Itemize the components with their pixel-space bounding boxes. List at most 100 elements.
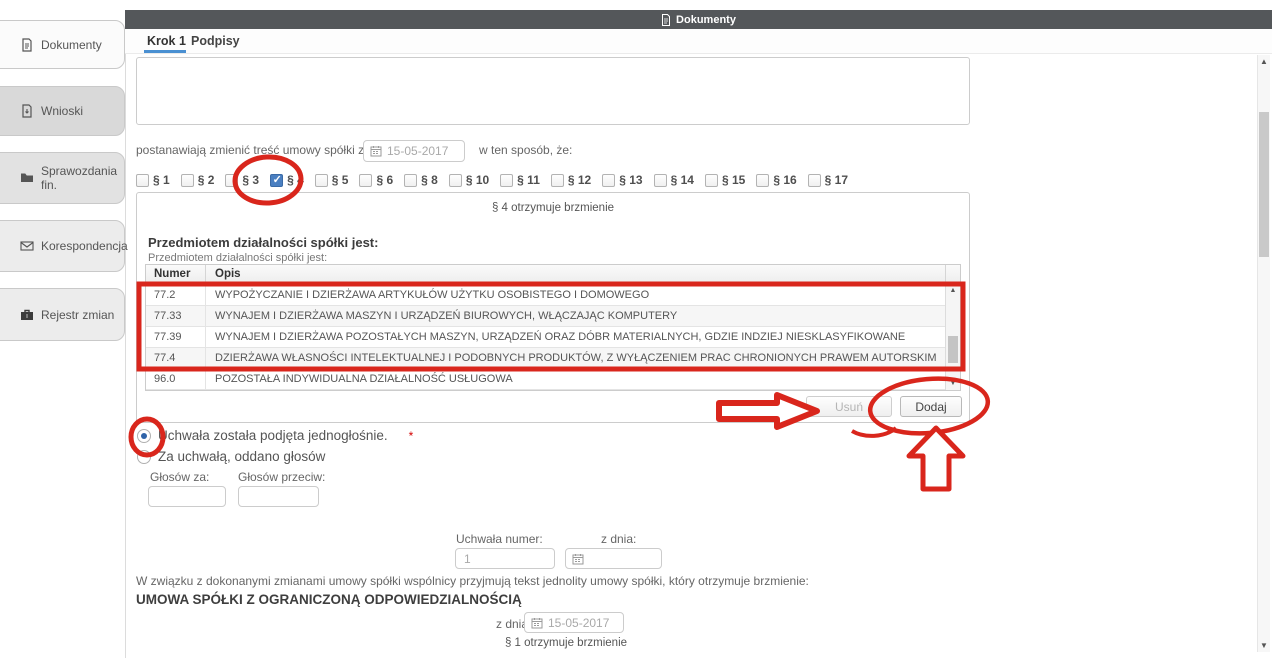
table-row[interactable]: 77.4 DZIERŻAWA WŁASNOŚCI INTELEKTUALNEJ …	[146, 348, 945, 369]
paragraph-checkbox-item[interactable]: § 5	[315, 173, 349, 187]
paragraph-checkbox-item[interactable]: § 3	[225, 173, 259, 187]
sidebar-item-label: Wnioski	[41, 104, 83, 118]
checkbox-icon[interactable]	[705, 174, 718, 187]
paragraph-checkbox-item[interactable]: § 14	[654, 173, 694, 187]
sidebar-item-rejestr-zmian[interactable]: Rejestr zmian	[0, 288, 125, 341]
checkbox-icon[interactable]	[551, 174, 564, 187]
checkbox-label: § 14	[671, 173, 694, 187]
cell-numer: 77.33	[146, 306, 206, 326]
paragraph-checkbox-item[interactable]: § 1	[136, 173, 170, 187]
tab-podpisy[interactable]: Podpisy	[191, 34, 240, 48]
activity-subheading: Przedmiotem działalności spółki jest:	[148, 252, 327, 264]
radio-selected-icon[interactable]	[137, 429, 151, 443]
table-scrollbar-thumb[interactable]	[948, 336, 958, 363]
table-scrollbar[interactable]: ▲ ▼	[945, 285, 960, 390]
sidebar-item-wnioski[interactable]: Wnioski	[0, 86, 125, 136]
envelope-icon	[20, 239, 34, 253]
window-title: Dokumenty	[676, 14, 736, 26]
table-scroll-up-icon[interactable]: ▲	[946, 286, 960, 296]
agreement-date-input[interactable]: 15-05-2017	[524, 612, 624, 633]
sidebar-item-label: Sprawozdania fin.	[41, 164, 124, 192]
checkbox-label: § 1	[153, 173, 170, 187]
table-row[interactable]: 77.2 WYPOŻYCZANIE I DZIERŻAWA ARTYKUŁÓW …	[146, 285, 945, 306]
delete-button[interactable]: Usuń	[806, 396, 892, 417]
checkbox-icon[interactable]	[449, 174, 462, 187]
resolution-date-input[interactable]	[565, 548, 662, 569]
paragraph-checkbox-item[interactable]: § 11	[500, 173, 540, 187]
sidebar-item-label: Rejestr zmian	[41, 308, 114, 322]
paragraph-checkbox-item[interactable]: § 13	[602, 173, 642, 187]
votes-against-label: Głosów przeciw:	[238, 470, 325, 484]
table-row[interactable]: 96.0 POZOSTAŁA INDYWIDUALNA DZIAŁALNOŚĆ …	[146, 369, 945, 390]
active-tab-underline	[144, 50, 186, 53]
checkbox-checked-icon[interactable]	[270, 174, 283, 187]
main-scrollbar[interactable]: ▲ ▼	[1257, 55, 1270, 652]
cell-numer: 96.0	[146, 369, 206, 389]
checkbox-icon[interactable]	[181, 174, 194, 187]
paragraph-checkbox-item[interactable]: § 12	[551, 173, 591, 187]
table-row[interactable]: 77.33 WYNAJEM I DZIERŻAWA MASZYN I URZĄD…	[146, 306, 945, 327]
checkbox-icon[interactable]	[404, 174, 417, 187]
activity-heading: Przedmiotem działalności spółki jest:	[148, 235, 378, 250]
votes-against-input[interactable]	[238, 486, 319, 507]
paragraph-checkbox-item-checked[interactable]: § 4	[270, 173, 304, 187]
tab-krok-1[interactable]: Krok 1	[147, 34, 186, 48]
checkbox-label: § 11	[517, 173, 540, 187]
paragraph-checkbox-item[interactable]: § 6	[359, 173, 393, 187]
cell-opis: DZIERŻAWA WŁASNOŚCI INTELEKTUALNEJ I POD…	[206, 348, 945, 368]
checkbox-icon[interactable]	[808, 174, 821, 187]
sidebar-item-korespondencja[interactable]: Korespondencja	[0, 220, 125, 272]
unanimous-radio-row[interactable]: Uchwała została podjęta jednogłośnie. *	[137, 428, 413, 443]
paragraph-checkbox-item[interactable]: § 15	[705, 173, 745, 187]
checkbox-icon[interactable]	[756, 174, 769, 187]
document-title-icon	[661, 14, 671, 26]
document-arrow-icon	[20, 104, 34, 118]
sidebar-item-sprawozdania[interactable]: Sprawozdania fin.	[0, 152, 125, 204]
table-scroll-down-icon[interactable]: ▼	[946, 379, 960, 389]
change-date-input[interactable]: 15-05-2017	[363, 140, 465, 162]
scroll-up-icon[interactable]: ▲	[1258, 57, 1270, 66]
change-clause-text: postanawiają zmienić treść umowy spółki …	[136, 143, 390, 157]
folder-icon	[20, 171, 34, 185]
checkbox-icon[interactable]	[654, 174, 667, 187]
checkbox-icon[interactable]	[500, 174, 513, 187]
change-date-value: 15-05-2017	[387, 144, 448, 158]
consolidated-text: W związku z dokonanymi zmianami umowy sp…	[136, 574, 809, 588]
table-body: 77.2 WYPOŻYCZANIE I DZIERŻAWA ARTYKUŁÓW …	[146, 285, 945, 390]
main-scrollbar-thumb[interactable]	[1259, 112, 1269, 257]
checkbox-label: § 6	[376, 173, 393, 187]
add-button[interactable]: Dodaj	[900, 396, 962, 417]
column-header-numer: Numer	[146, 265, 206, 284]
votes-for-label: Głosów za:	[150, 470, 209, 484]
agreement-date-value: 15-05-2017	[548, 616, 609, 630]
table-header: Numer Opis	[146, 265, 960, 285]
content-textarea[interactable]	[136, 57, 970, 125]
activity-table: Numer Opis 77.2 WYPOŻYCZANIE I DZIERŻAWA…	[145, 264, 961, 391]
sidebar-item-dokumenty[interactable]: Dokumenty	[0, 20, 125, 69]
checkbox-icon[interactable]	[359, 174, 372, 187]
briefcase-icon	[20, 308, 34, 322]
paragraph-checkbox-item[interactable]: § 2	[181, 173, 215, 187]
cell-opis: WYPOŻYCZANIE I DZIERŻAWA ARTYKUŁÓW UŻYTK…	[206, 285, 945, 305]
checkbox-icon[interactable]	[136, 174, 149, 187]
paragraph-checkbox-item[interactable]: § 16	[756, 173, 796, 187]
checkbox-label: § 17	[825, 173, 848, 187]
table-row[interactable]: 77.39 WYNAJEM I DZIERŻAWA POZOSTAŁYCH MA…	[146, 327, 945, 348]
resolution-number-label: Uchwała numer:	[456, 532, 543, 546]
resolution-number-input[interactable]: 1	[455, 548, 555, 569]
scroll-down-icon[interactable]: ▼	[1258, 641, 1270, 650]
votes-radio-row[interactable]: Za uchwałą, oddano głosów	[137, 449, 325, 464]
checkbox-icon[interactable]	[225, 174, 238, 187]
calendar-icon	[531, 617, 543, 629]
votes-for-input[interactable]	[148, 486, 226, 507]
checkbox-icon[interactable]	[602, 174, 615, 187]
paragraph-checkbox-item[interactable]: § 10	[449, 173, 489, 187]
paragraph-checkbox-item[interactable]: § 17	[808, 173, 848, 187]
checkbox-label: § 2	[198, 173, 215, 187]
paragraph-checkbox-item[interactable]: § 8	[404, 173, 438, 187]
column-header-opis: Opis	[206, 265, 945, 284]
checkbox-icon[interactable]	[315, 174, 328, 187]
radio-icon[interactable]	[137, 450, 151, 464]
paragraph-checkbox-row: § 1 § 2 § 3 § 4 § 5 § 6 § 8 § 10 § 11 § …	[136, 172, 848, 188]
agreement-footer-caption: § 1 otrzymuje brzmienie	[460, 637, 672, 649]
